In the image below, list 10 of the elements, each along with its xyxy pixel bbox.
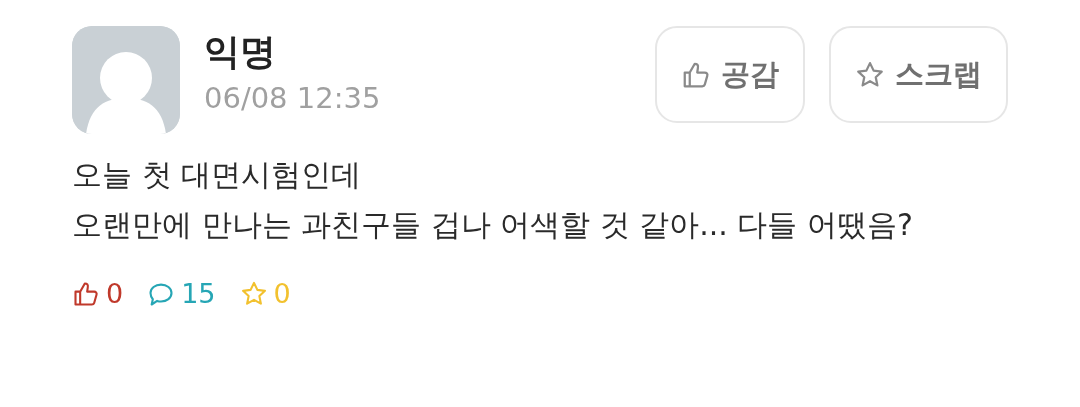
post-time: 06/08 12:35 bbox=[204, 81, 381, 116]
scrap-button[interactable]: 스크랩 bbox=[829, 26, 1008, 123]
like-count: 0 bbox=[106, 277, 124, 311]
star-icon bbox=[855, 59, 885, 90]
scrap-count: 0 bbox=[273, 277, 291, 311]
like-button[interactable]: 공감 bbox=[655, 26, 805, 123]
comment-count: 15 bbox=[181, 277, 216, 311]
avatar-icon bbox=[72, 26, 180, 134]
author-name: 익명 bbox=[204, 30, 277, 74]
post-body: 오늘 첫 대면시험인데 오랜만에 만나는 과친구들 겁나 어색할 것 같아... 다들 어땠음? bbox=[72, 156, 914, 244]
